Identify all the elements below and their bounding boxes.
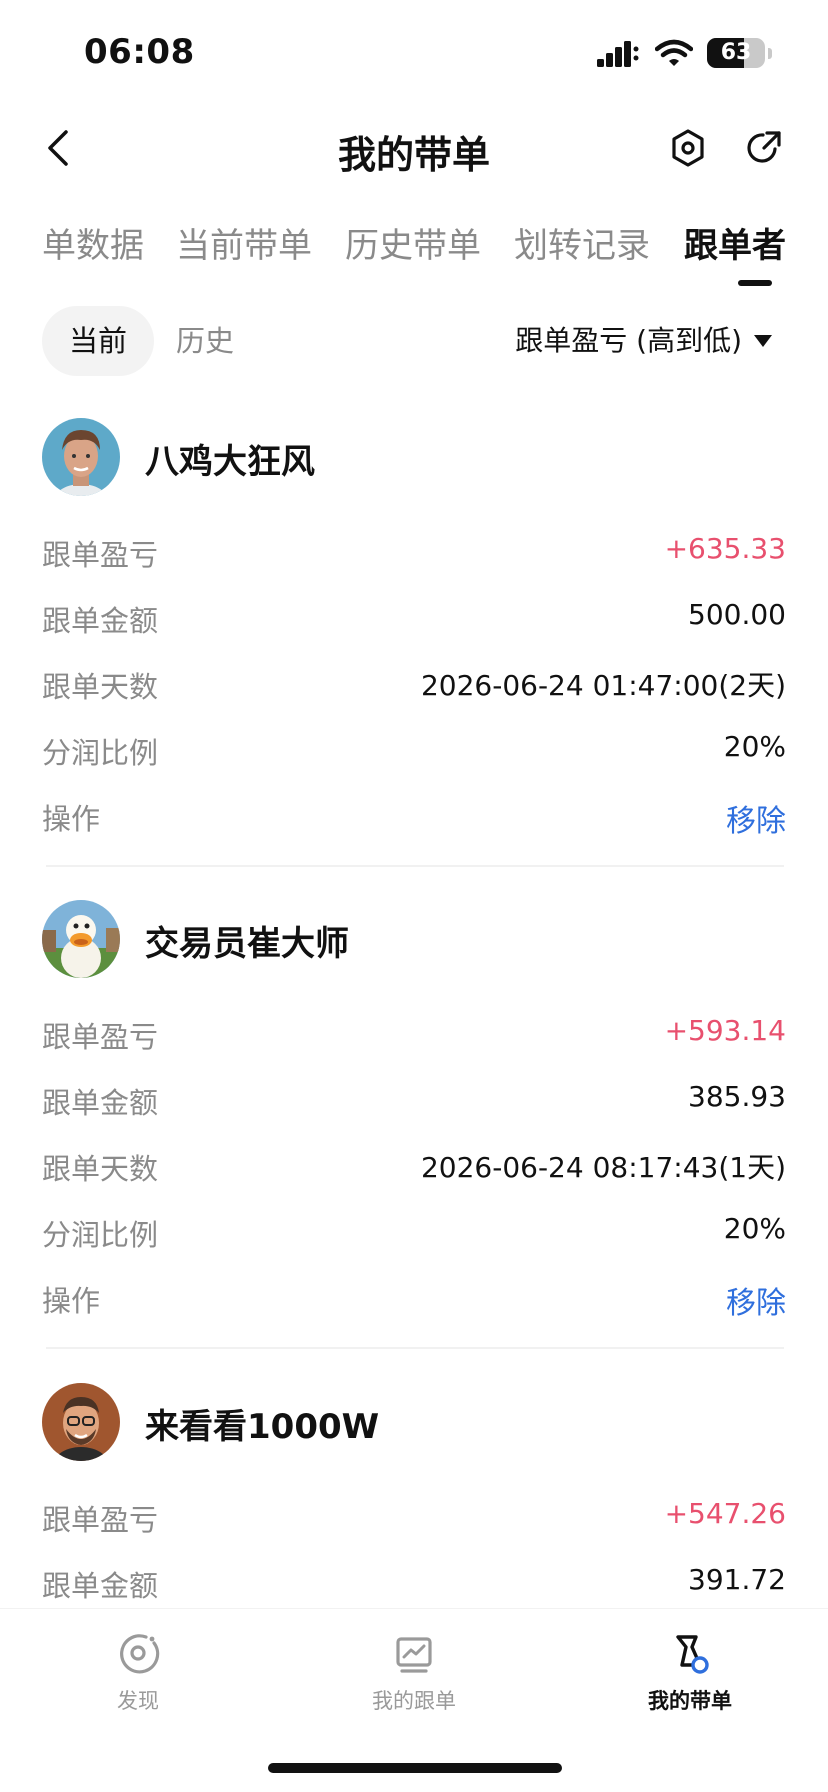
bottom-tab-label: 发现 [117, 1689, 159, 1713]
bottom-tab-my-copy[interactable]: 我的跟单 [324, 1631, 504, 1715]
info-row-pnl: 跟单盈亏 +547.26 [42, 1489, 786, 1539]
info-row-share: 分润比例 20% [42, 1204, 786, 1254]
amount-value: 385.93 [688, 1080, 786, 1113]
status-time: 06:08 [84, 32, 195, 72]
lead-trade-icon [676, 1635, 709, 1674]
filter-row: 当前 历史 跟单盈亏 (高到低) [0, 300, 828, 380]
row-label: 跟单盈亏 [42, 1503, 159, 1537]
share-button[interactable] [742, 124, 786, 172]
home-indicator[interactable] [268, 1763, 562, 1773]
avatar-image [42, 1383, 120, 1461]
share-value: 20% [723, 1212, 786, 1245]
nav-bar: 我的带单 [0, 104, 828, 192]
info-row-share: 分润比例 20% [42, 722, 786, 772]
info-row-days: 跟单天数 2026-06-24 01:47:00(2天) [42, 656, 786, 706]
bottom-tab-my-lead[interactable]: 我的带单 [600, 1631, 780, 1715]
active-tab-indicator [738, 280, 772, 286]
info-row-operation: 操作 移除 [42, 1270, 786, 1322]
row-label: 操作 [42, 802, 101, 836]
row-label: 操作 [42, 1284, 101, 1318]
info-row-pnl: 跟单盈亏 +635.33 [42, 524, 786, 574]
trader-name: 交易员崔大师 [145, 924, 349, 964]
tab-transfer-records[interactable]: 划转记录 [514, 218, 650, 267]
sort-dropdown[interactable]: 跟单盈亏 (高到低) [515, 306, 772, 376]
avatar [42, 418, 120, 496]
cellular-signal-icon [597, 41, 639, 67]
bottom-tab-label: 我的带单 [648, 1689, 732, 1713]
row-label: 分润比例 [42, 1218, 159, 1252]
info-row-amount: 跟单金额 385.93 [42, 1072, 786, 1122]
row-label: 跟单金额 [42, 1569, 159, 1603]
battery-icon: 63 [707, 38, 765, 68]
remove-button[interactable]: 移除 [726, 796, 786, 840]
divider [46, 865, 784, 867]
pnl-value: +547.26 [664, 1497, 786, 1530]
bottom-tab-bar: 发现 我的跟单 我的带单 [0, 1608, 828, 1792]
divider [46, 1347, 784, 1349]
avatar [42, 1383, 120, 1461]
discover-icon [120, 1634, 160, 1674]
amount-value: 391.72 [688, 1563, 786, 1596]
row-label: 跟单天数 [42, 670, 159, 704]
tab-current-lead[interactable]: 当前带单 [176, 218, 312, 267]
tab-history-lead[interactable]: 历史带单 [345, 218, 481, 267]
amount-value: 500.00 [688, 598, 786, 631]
status-bar: 06:08 63 [0, 0, 828, 104]
trader-name: 八鸡大狂风 [145, 442, 315, 482]
info-row-amount: 跟单金额 391.72 [42, 1555, 786, 1605]
row-label: 跟单金额 [42, 1086, 159, 1120]
settings-button[interactable] [666, 124, 710, 172]
hexagon-settings-icon [672, 129, 704, 167]
tab-followers[interactable]: 跟单者 [684, 218, 786, 267]
tab-data[interactable]: 单数据 [42, 218, 144, 267]
row-label: 跟单天数 [42, 1152, 159, 1186]
pnl-value: +593.14 [664, 1014, 786, 1047]
share-value: 20% [723, 730, 786, 763]
subtab-history[interactable]: 历史 [176, 306, 234, 376]
chart-icon [396, 1637, 432, 1673]
battery-cap [768, 47, 772, 59]
bottom-tab-discover[interactable]: 发现 [48, 1631, 228, 1715]
caret-down-icon [754, 335, 772, 347]
row-label: 分润比例 [42, 736, 159, 770]
info-row-amount: 跟单金额 500.00 [42, 590, 786, 640]
info-row-pnl: 跟单盈亏 +593.14 [42, 1006, 786, 1056]
avatar-image [42, 900, 120, 978]
row-label: 跟单盈亏 [42, 1020, 159, 1054]
row-label: 跟单金额 [42, 604, 159, 638]
bottom-tab-label: 我的跟单 [372, 1689, 456, 1713]
avatar-image [42, 418, 120, 496]
row-label: 跟单盈亏 [42, 538, 159, 572]
remove-button[interactable]: 移除 [726, 1278, 786, 1322]
subtab-current[interactable]: 当前 [42, 306, 154, 376]
info-row-days: 跟单天数 2026-06-24 08:17:43(1天) [42, 1138, 786, 1188]
avatar [42, 900, 120, 978]
days-value: 2026-06-24 08:17:43(1天) [420, 1151, 786, 1184]
pnl-value: +635.33 [664, 532, 786, 565]
days-value: 2026-06-24 01:47:00(2天) [420, 669, 786, 702]
share-arrow-icon [747, 131, 781, 163]
trader-name: 来看看1000W [145, 1407, 380, 1447]
info-row-operation: 操作 移除 [42, 788, 786, 840]
wifi-icon [655, 39, 693, 66]
sort-label: 跟单盈亏 (高到低) [515, 324, 742, 357]
battery-level: 63 [720, 40, 752, 65]
status-icons: 63 [597, 38, 772, 68]
main-tabs: 单数据 当前带单 历史带单 划转记录 跟单者 [0, 210, 828, 290]
